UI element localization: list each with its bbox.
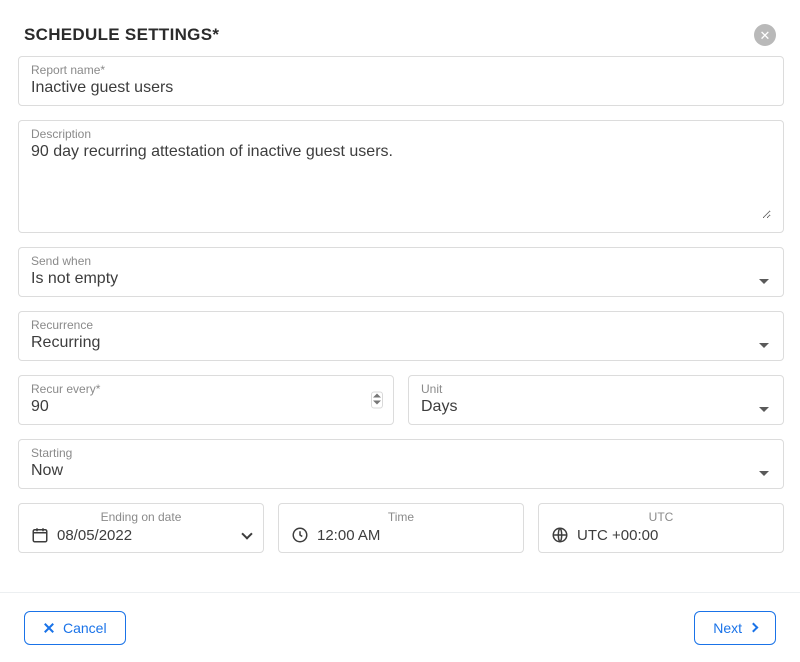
report-name-field[interactable]: Report name* [18,56,784,106]
recur-every-input[interactable] [31,398,346,416]
next-button[interactable]: Next [694,611,776,645]
settings-scroll-area[interactable]: Report name* Description Send when Is no… [18,56,790,582]
unit-label: Unit [421,382,771,396]
send-when-label: Send when [31,254,771,268]
chevron-down-icon [759,471,769,476]
starting-label: Starting [31,446,771,460]
recur-every-label: Recur every* [31,382,381,396]
next-button-label: Next [713,620,742,636]
chevron-right-icon [749,623,759,633]
cancel-button-label: Cancel [63,620,107,636]
x-icon [43,622,55,634]
recurrence-label: Recurrence [31,318,771,332]
recurrence-field[interactable]: Recurrence Recurring [18,311,784,361]
description-input[interactable] [31,143,771,219]
starting-field[interactable]: Starting Now [18,439,784,489]
starting-value: Now [31,462,63,479]
globe-icon [551,526,569,544]
time-label: Time [291,510,511,524]
close-button[interactable]: ✕ [754,24,776,46]
recur-every-field[interactable]: Recur every* [18,375,394,425]
ending-on-date-label: Ending on date [31,510,251,524]
clock-icon [291,526,309,544]
utc-field[interactable]: UTC UTC +00:00 [538,503,784,553]
description-label: Description [31,127,771,141]
chevron-down-icon [759,279,769,284]
chevron-down-icon [759,343,769,348]
recur-every-stepper[interactable] [371,392,383,409]
chevron-down-icon [241,528,252,539]
ending-on-date-field[interactable]: Ending on date 08/05/2022 [18,503,264,553]
close-icon: ✕ [760,29,771,42]
stepper-down-icon[interactable] [373,401,381,407]
stepper-up-icon[interactable] [373,394,381,400]
calendar-icon [31,526,49,544]
time-field[interactable]: Time 12:00 AM [278,503,524,553]
unit-field[interactable]: Unit Days [408,375,784,425]
time-value: 12:00 AM [317,527,503,544]
chevron-down-icon [759,407,769,412]
report-name-label: Report name* [31,63,771,77]
send-when-value: Is not empty [31,270,118,287]
dialog-footer: Cancel Next [0,592,800,662]
dialog-header: SCHEDULE SETTINGS* ✕ [0,0,800,54]
description-field[interactable]: Description [18,120,784,233]
recurrence-value: Recurring [31,334,100,351]
unit-value: Days [421,398,457,415]
dialog-title: SCHEDULE SETTINGS* [24,25,219,45]
utc-label: UTC [551,510,771,524]
utc-value: UTC +00:00 [577,527,763,544]
report-name-input[interactable] [31,79,771,97]
send-when-field[interactable]: Send when Is not empty [18,247,784,297]
cancel-button[interactable]: Cancel [24,611,126,645]
ending-on-date-value: 08/05/2022 [57,527,235,544]
